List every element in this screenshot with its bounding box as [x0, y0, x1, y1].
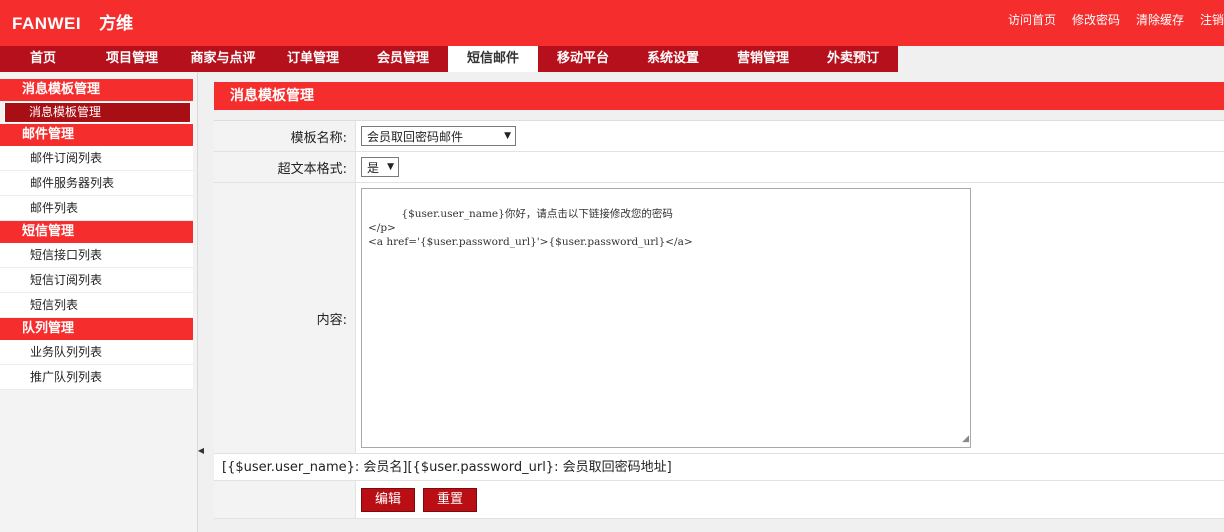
- logo: FANWEI 方维: [12, 9, 133, 34]
- resize-grip-icon[interactable]: ◢: [962, 432, 969, 446]
- template-name-select[interactable]: 会员取回密码邮件 ▼: [361, 126, 516, 146]
- template-name-value: 会员取回密码邮件: [367, 129, 464, 144]
- sidebar-section-queue: 队列管理 业务队列列表 推广队列列表: [0, 318, 193, 390]
- sidebar-section-templates: 消息模板管理 消息模板管理: [0, 79, 193, 123]
- clear-cache-link[interactable]: 清除缓存: [1136, 11, 1184, 28]
- sidebar-item-sms-list[interactable]: 短信列表: [0, 293, 193, 318]
- sidebar-item-email-list[interactable]: 邮件列表: [0, 196, 193, 221]
- top-header: FANWEI 方维 访问首页 修改密码 清除缓存 注销: [0, 0, 1224, 46]
- nav-settings[interactable]: 系统设置: [628, 46, 718, 72]
- sidebar-section-title[interactable]: 短信管理: [0, 221, 193, 243]
- sidebar-item-email-subscriptions[interactable]: 邮件订阅列表: [0, 146, 193, 171]
- logo-text-cn: 方维: [99, 14, 134, 34]
- logout-link[interactable]: 注销: [1200, 11, 1224, 28]
- page-title: 消息模板管理: [214, 82, 1224, 110]
- content-label: 内容:: [214, 183, 356, 453]
- sidebar-section-title[interactable]: 消息模板管理: [0, 79, 193, 101]
- sidebar-section-title[interactable]: 队列管理: [0, 318, 193, 340]
- nav-takeout[interactable]: 外卖预订: [808, 46, 898, 72]
- nav-projects[interactable]: 项目管理: [86, 46, 178, 72]
- sidebar-item-business-queue[interactable]: 业务队列列表: [0, 340, 193, 365]
- content-row: 内容: {$user.user_name}你好，请点击以下链接修改您的密码 </…: [214, 183, 1224, 454]
- actions-row: 编辑 重置: [214, 481, 1224, 519]
- nav-mobile[interactable]: 移动平台: [538, 46, 628, 72]
- rich-text-label: 超文本格式:: [214, 152, 356, 182]
- content-text: {$user.user_name}你好，请点击以下链接修改您的密码 </p> <…: [368, 208, 693, 248]
- sidebar-item-email-servers[interactable]: 邮件服务器列表: [0, 171, 193, 196]
- visit-home-link[interactable]: 访问首页: [1008, 11, 1056, 28]
- actions-label: [214, 481, 356, 518]
- reset-button[interactable]: 重置: [423, 487, 478, 512]
- sidebar-item-promotion-queue[interactable]: 推广队列列表: [0, 365, 193, 390]
- logo-text-en: FANWEI: [12, 14, 82, 33]
- rich-text-row: 超文本格式: 是 ▼: [214, 152, 1224, 183]
- sidebar-section-sms: 短信管理 短信接口列表 短信订阅列表 短信列表: [0, 221, 193, 318]
- sidebar-collapse-handle[interactable]: ◀: [197, 420, 205, 480]
- nav-home[interactable]: 首页: [0, 46, 86, 72]
- content-textarea[interactable]: {$user.user_name}你好，请点击以下链接修改您的密码 </p> <…: [361, 188, 971, 448]
- sidebar-item-message-templates[interactable]: 消息模板管理: [4, 102, 191, 123]
- template-form: 模板名称: 会员取回密码邮件 ▼ 超文本格式: 是 ▼ 内容: {$user.u…: [214, 120, 1224, 519]
- nav-marketing[interactable]: 营销管理: [718, 46, 808, 72]
- template-name-label: 模板名称:: [214, 121, 356, 151]
- nav-sms-email[interactable]: 短信邮件: [448, 46, 538, 72]
- sidebar: 消息模板管理 消息模板管理 邮件管理 邮件订阅列表 邮件服务器列表 邮件列表 短…: [0, 72, 198, 532]
- main-nav: 首页 项目管理 商家与点评 订单管理 会员管理 短信邮件 移动平台 系统设置 营…: [0, 46, 898, 72]
- dropdown-arrow-icon: ▼: [387, 162, 394, 172]
- sidebar-section-email: 邮件管理 邮件订阅列表 邮件服务器列表 邮件列表: [0, 124, 193, 221]
- rich-text-select[interactable]: 是 ▼: [361, 157, 399, 177]
- edit-button[interactable]: 编辑: [361, 487, 416, 512]
- sidebar-section-title[interactable]: 邮件管理: [0, 124, 193, 146]
- nav-merchants[interactable]: 商家与点评: [178, 46, 268, 72]
- nav-orders[interactable]: 订单管理: [268, 46, 358, 72]
- sidebar-item-sms-subscriptions[interactable]: 短信订阅列表: [0, 268, 193, 293]
- template-name-row: 模板名称: 会员取回密码邮件 ▼: [214, 121, 1224, 152]
- rich-text-value: 是: [367, 160, 380, 175]
- sidebar-item-sms-interfaces[interactable]: 短信接口列表: [0, 243, 193, 268]
- variable-hint: [{$user.user_name}: 会员名][{$user.password…: [214, 454, 1224, 481]
- change-password-link[interactable]: 修改密码: [1072, 11, 1120, 28]
- dropdown-arrow-icon: ▼: [504, 131, 511, 141]
- nav-members[interactable]: 会员管理: [358, 46, 448, 72]
- top-links: 访问首页 修改密码 清除缓存 注销: [1008, 11, 1224, 28]
- main-content: 消息模板管理 模板名称: 会员取回密码邮件 ▼ 超文本格式: 是 ▼ 内容: {…: [214, 82, 1224, 528]
- triangle-left-icon: ◀: [197, 445, 205, 455]
